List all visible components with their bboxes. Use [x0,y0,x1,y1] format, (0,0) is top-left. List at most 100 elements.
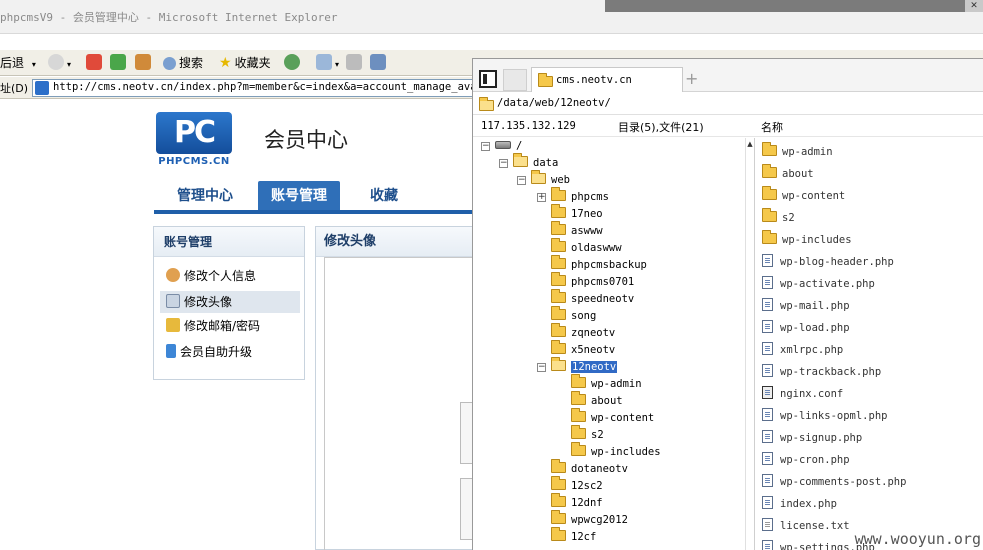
tree-node-folder[interactable]: dotaneotv [551,459,628,477]
tree-node-folder[interactable]: wp-content [571,408,654,426]
list-item-file[interactable]: nginx.conf [762,386,843,402]
list-item-file[interactable]: wp-load.php [762,320,850,336]
tree-node-data[interactable]: data [513,153,558,171]
tree-node-folder[interactable]: wpwcg2012 [551,510,628,528]
file-manager-window: cms.neotv.cn + /data/web/12neotv/ 117.13… [472,58,983,550]
name-column-header[interactable]: 名称 [761,119,783,135]
tab-favorites[interactable]: 收藏 [350,181,418,212]
tree-node-folder[interactable]: speedneotv [551,289,634,307]
tree-node-folder[interactable]: wp-includes [571,442,661,460]
tree-node-folder[interactable]: song [551,306,596,324]
home-button[interactable] [135,54,154,72]
sidebar: 账号管理 修改个人信息 修改头像 修改邮箱/密码 会员自助升级 [153,226,305,380]
list-item-file[interactable]: wp-signup.php [762,430,862,446]
folder-icon [538,73,553,87]
collapse-toggle[interactable]: − [481,142,490,151]
tree-node-folder[interactable]: x5neotv [551,340,615,358]
tab-cms-neotv[interactable]: cms.neotv.cn [531,67,683,92]
tree-node-root[interactable]: / [495,138,522,154]
sidebar-item-profile[interactable]: 修改个人信息 [160,265,300,287]
history-button[interactable] [284,54,303,72]
list-item-file[interactable]: wp-cron.php [762,452,850,468]
avatar-upload-area[interactable] [324,257,481,550]
search-label: 搜索 [179,56,204,70]
tree-scrollbar[interactable]: ▲ [745,138,753,550]
tab-label: cms.neotv.cn [556,74,632,86]
panel-toggle-icon[interactable] [479,70,497,88]
list-item-file[interactable]: wp-links-opml.php [762,408,887,424]
phpcms-logo[interactable]: PC PHPCMS.CN [156,112,232,167]
config-file-icon [762,386,773,399]
tree-node-folder[interactable]: s2 [571,425,604,443]
tab-manage-center[interactable]: 管理中心 [160,181,250,212]
tree-node-folder[interactable]: phpcms0701 [551,272,634,290]
tree-node-folder[interactable]: wp-admin [571,374,642,392]
tree-node-selected[interactable]: 12neotv [551,357,618,375]
list-item-folder[interactable]: wp-includes [762,230,852,248]
expand-toggle[interactable]: + [537,193,546,202]
print-button[interactable] [346,54,365,72]
tab-account-manage[interactable]: 账号管理 [258,181,340,212]
collapse-toggle[interactable]: − [517,176,526,185]
add-tab-button[interactable]: + [685,69,698,88]
list-item-folder[interactable]: s2 [762,208,795,226]
list-item-file[interactable]: wp-blog-header.php [762,254,894,270]
collapse-toggle[interactable]: − [499,159,508,168]
close-icon[interactable]: ✕ [965,0,983,12]
tree-node-folder[interactable]: oldaswww [551,238,622,256]
forward-button[interactable]: ▾ [48,54,71,72]
php-file-icon [762,320,773,333]
list-item-file[interactable]: wp-trackback.php [762,364,881,380]
sidebar-item-label: 会员自助升级 [180,345,253,359]
php-file-icon [762,364,773,377]
tree-node-folder[interactable]: 12cf [551,527,596,545]
ie-page-icon [35,81,49,95]
tree-node-folder[interactable]: phpcms [551,187,609,205]
folder-icon [551,493,566,507]
list-item-file[interactable]: index.php [762,496,837,512]
list-item-folder[interactable]: wp-admin [762,142,833,160]
tree-node-folder[interactable]: phpcmsbackup [551,255,647,273]
sidebar-item-avatar[interactable]: 修改头像 [160,291,300,313]
list-item-file[interactable]: license.txt [762,518,850,534]
folder-icon [762,208,777,222]
tree-node-folder[interactable]: 12dnf [551,493,603,511]
search-button[interactable]: 搜索 [163,54,203,72]
print-icon [346,54,362,70]
mail-button[interactable]: ▾ [316,54,339,72]
folder-icon [762,186,777,200]
forward-arrow-icon [48,54,64,70]
favorites-button[interactable]: ★ 收藏夹 [219,54,271,72]
sidebar-item-label: 修改头像 [184,295,233,309]
collapse-toggle[interactable]: − [537,363,546,372]
pane-divider[interactable] [754,138,755,550]
tree-node-folder[interactable]: 17neo [551,204,603,222]
stop-button[interactable] [86,54,105,72]
php-file-icon [762,540,773,550]
sidebar-item-email-password[interactable]: 修改邮箱/密码 [160,315,300,337]
back-button[interactable]: 后退 ▾ [0,54,36,72]
favorites-label: 收藏夹 [234,56,271,70]
chevron-down-icon[interactable]: ▾ [335,60,339,69]
server-ip: 117.135.132.129 [481,120,576,132]
list-item-folder[interactable]: about [762,164,814,182]
folder-icon [513,153,528,167]
edit-button[interactable] [370,54,389,72]
tree-node-web[interactable]: web [531,170,570,188]
chevron-down-icon[interactable]: ▾ [67,60,71,69]
scroll-up-icon[interactable]: ▲ [746,140,754,148]
blank-tab-icon[interactable] [503,69,527,91]
path-bar[interactable]: /data/web/12neotv/ [473,93,983,115]
list-item-file[interactable]: wp-mail.php [762,298,850,314]
tree-node-folder[interactable]: aswww [551,221,603,239]
list-item-file[interactable]: xmlrpc.php [762,342,843,358]
list-item-file[interactable]: wp-comments-post.php [762,474,906,490]
refresh-button[interactable] [110,54,129,72]
list-item-folder[interactable]: wp-content [762,186,845,204]
list-item-file[interactable]: wp-activate.php [762,276,875,292]
tree-node-folder[interactable]: zqneotv [551,323,615,341]
sidebar-item-upgrade[interactable]: 会员自助升级 [160,341,300,363]
chevron-down-icon[interactable]: ▾ [32,60,36,69]
tree-node-folder[interactable]: about [571,391,623,409]
tree-node-folder[interactable]: 12sc2 [551,476,603,494]
